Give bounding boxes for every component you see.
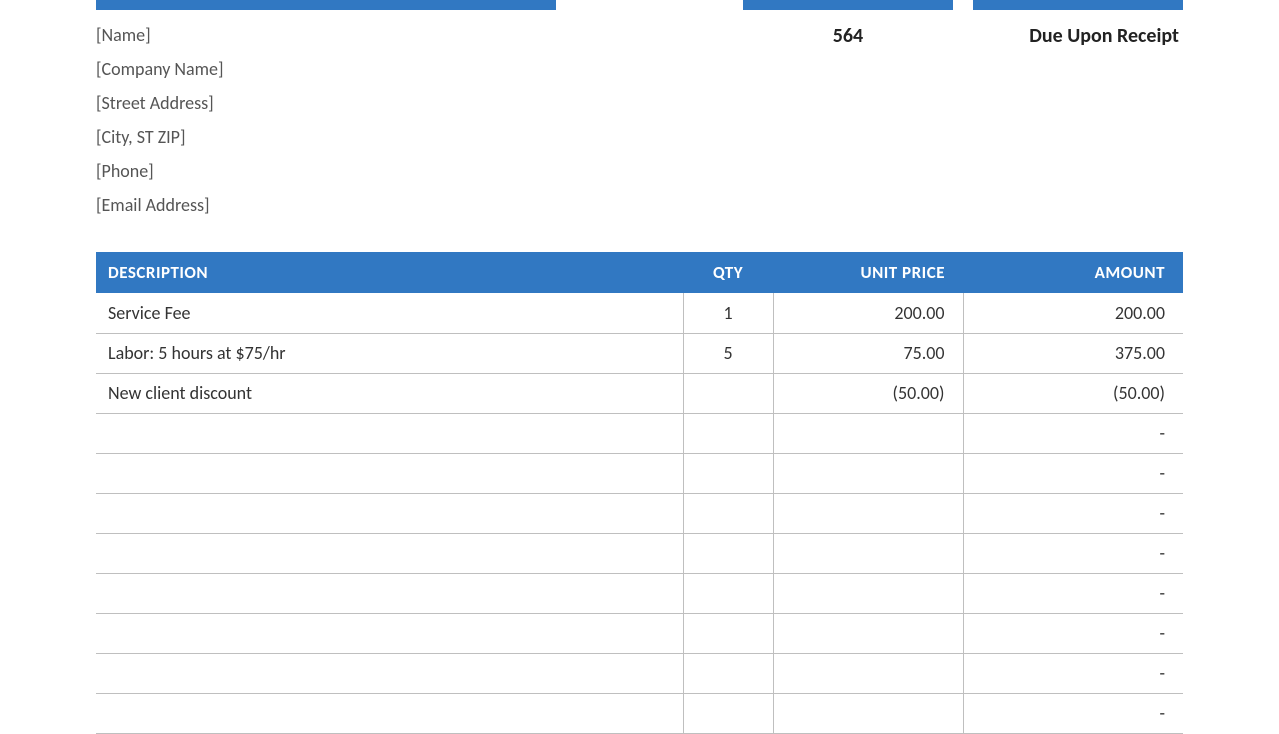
cell-amount: 200.00 [963, 293, 1183, 333]
table-body: Service Fee1200.00200.00Labor: 5 hours a… [96, 293, 1183, 733]
cell-qty [683, 693, 773, 733]
cell-qty [683, 613, 773, 653]
cell-unit-price [773, 533, 963, 573]
cell-qty [683, 493, 773, 533]
header-bars [96, 0, 1183, 18]
cell-qty: 5 [683, 333, 773, 373]
cell-qty [683, 413, 773, 453]
cell-unit-price [773, 573, 963, 613]
terms-header-bar [973, 0, 1183, 10]
billto-email: [Email Address] [96, 194, 556, 216]
cell-qty [683, 453, 773, 493]
cell-description [96, 693, 683, 733]
cell-amount: (50.00) [963, 373, 1183, 413]
table-row: - [96, 453, 1183, 493]
line-items-table: DESCRIPTION QTY UNIT PRICE AMOUNT Servic… [96, 252, 1183, 734]
right-header-bars [743, 0, 1183, 18]
cell-unit-price [773, 493, 963, 533]
table-row: New client discount (50.00)(50.00) [96, 373, 1183, 413]
cell-unit-price [773, 413, 963, 453]
cell-unit-price: (50.00) [773, 373, 963, 413]
cell-description [96, 533, 683, 573]
billto-name: [Name] [96, 24, 556, 46]
cell-description [96, 413, 683, 453]
cell-description [96, 653, 683, 693]
billto-street: [Street Address] [96, 92, 556, 114]
invoice-page: [Name] [Company Name] [Street Address] [… [0, 0, 1279, 734]
cell-amount: - [963, 573, 1183, 613]
table-row: - [96, 533, 1183, 573]
col-amount: AMOUNT [963, 252, 1183, 293]
cell-description [96, 613, 683, 653]
cell-amount: 375.00 [963, 333, 1183, 373]
cell-qty [683, 373, 773, 413]
table-row: - [96, 653, 1183, 693]
cell-amount: - [963, 453, 1183, 493]
cell-description: New client discount [96, 373, 683, 413]
cell-unit-price: 200.00 [773, 293, 963, 333]
cell-amount: - [963, 493, 1183, 533]
billto-block: [Name] [Company Name] [Street Address] [… [96, 18, 556, 216]
cell-amount: - [963, 693, 1183, 733]
invoice-number-value: 564 [743, 24, 953, 216]
billto-company: [Company Name] [96, 58, 556, 80]
table-row: - [96, 413, 1183, 453]
invoice-number-header-bar [743, 0, 953, 10]
billto-header-bar [96, 0, 556, 10]
table-row: - [96, 613, 1183, 653]
cell-description [96, 493, 683, 533]
table-row: Service Fee1200.00200.00 [96, 293, 1183, 333]
cell-unit-price [773, 613, 963, 653]
cell-description [96, 453, 683, 493]
cell-qty [683, 533, 773, 573]
cell-qty [683, 653, 773, 693]
cell-amount: - [963, 613, 1183, 653]
col-unit-price: UNIT PRICE [773, 252, 963, 293]
cell-unit-price [773, 653, 963, 693]
cell-qty [683, 573, 773, 613]
cell-description: Service Fee [96, 293, 683, 333]
header-content: [Name] [Company Name] [Street Address] [… [96, 18, 1183, 216]
col-description: DESCRIPTION [96, 252, 683, 293]
cell-description [96, 573, 683, 613]
table-header-row: DESCRIPTION QTY UNIT PRICE AMOUNT [96, 252, 1183, 293]
col-qty: QTY [683, 252, 773, 293]
table-row: - [96, 493, 1183, 533]
cell-qty: 1 [683, 293, 773, 333]
table-row: - [96, 693, 1183, 733]
cell-description: Labor: 5 hours at $75/hr [96, 333, 683, 373]
cell-unit-price: 75.00 [773, 333, 963, 373]
table-row: - [96, 573, 1183, 613]
cell-unit-price [773, 693, 963, 733]
header-values: 564 Due Upon Receipt [743, 18, 1183, 216]
cell-amount: - [963, 653, 1183, 693]
table-row: Labor: 5 hours at $75/hr575.00375.00 [96, 333, 1183, 373]
cell-amount: - [963, 533, 1183, 573]
cell-amount: - [963, 413, 1183, 453]
billto-citystzip: [City, ST ZIP] [96, 126, 556, 148]
billto-phone: [Phone] [96, 160, 556, 182]
terms-value: Due Upon Receipt [973, 24, 1183, 216]
cell-unit-price [773, 453, 963, 493]
